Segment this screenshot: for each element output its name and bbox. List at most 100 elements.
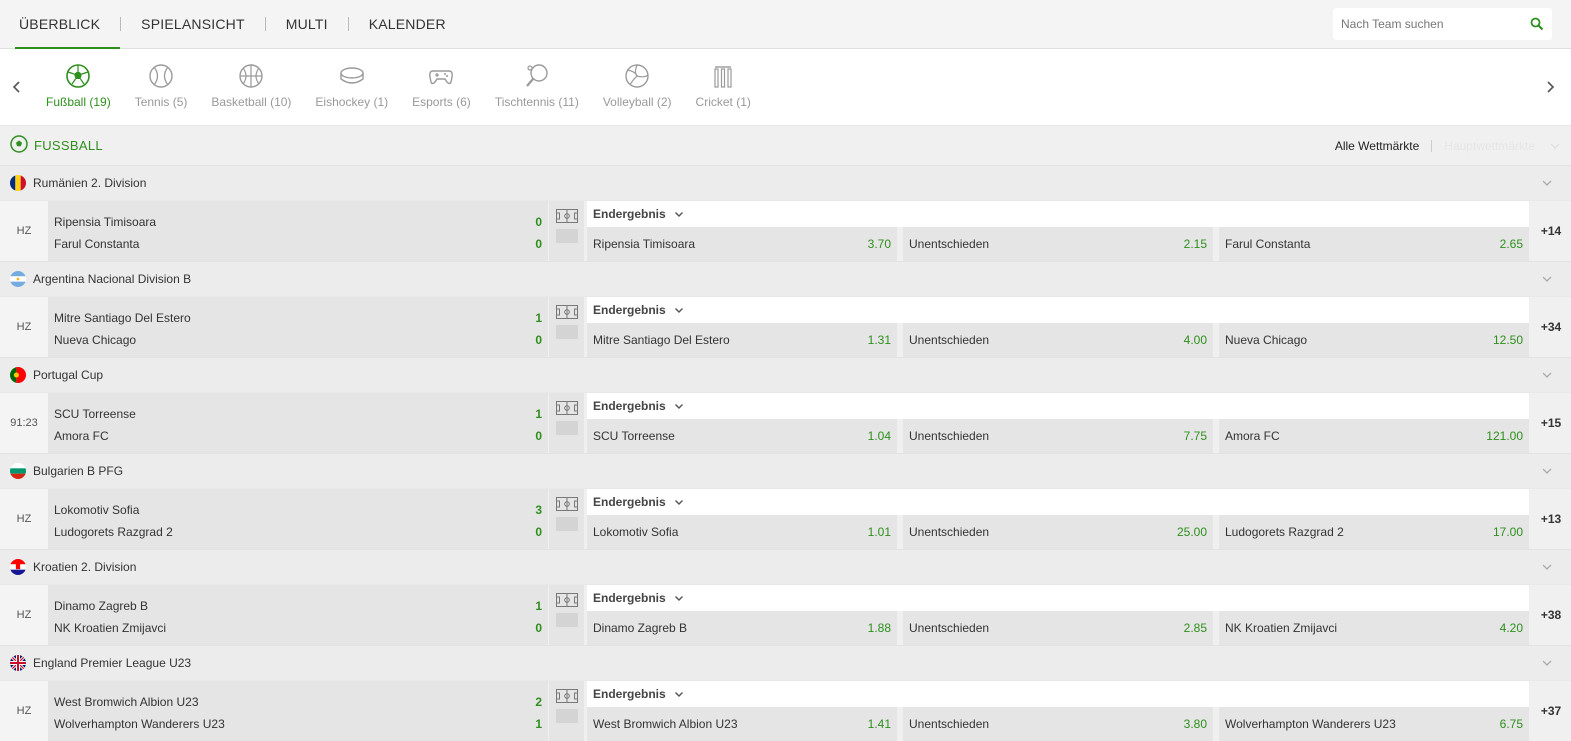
league-header[interactable]: England Premier League U23 [0,645,1571,680]
tab-spielansicht[interactable]: SPIELANSICHT [121,0,265,49]
pitch-icon[interactable] [555,401,578,415]
home-team-row: Ripensia Timisoara 0 [54,211,542,233]
chevron-down-icon[interactable] [1541,368,1553,382]
odds-price: 2.85 [1183,621,1207,635]
search-icon[interactable] [1522,17,1552,31]
sport-tab-gamepad[interactable]: Esports (6) [400,63,483,109]
match-teams[interactable]: Mitre Santiago Del Estero 1 Nueva Chicago… [48,297,548,357]
league-header[interactable]: Argentina Nacional Division B [0,261,1571,296]
odds-button[interactable]: Unentschieden 2.15 [903,227,1213,261]
home-team-name: Dinamo Zagreb B [54,599,149,613]
odds-price: 1.01 [867,525,891,539]
chevron-down-icon[interactable] [1549,139,1561,153]
odds-button[interactable]: Farul Constanta 2.65 [1219,227,1529,261]
league-header[interactable]: Portugal Cup [0,357,1571,392]
odds-price: 121.00 [1486,429,1523,443]
more-markets-link[interactable]: +38 [1531,585,1571,645]
sport-tab-table-tennis[interactable]: Tischtennis (11) [483,63,591,109]
odds-button[interactable]: West Bromwich Albion U23 1.41 [587,707,897,741]
pitch-icon[interactable] [555,305,578,319]
match-teams[interactable]: Ripensia Timisoara 0 Farul Constanta 0 [48,201,548,261]
more-markets-link[interactable]: +34 [1531,297,1571,357]
odds-price: 2.15 [1183,237,1207,251]
more-markets-link[interactable]: +15 [1531,393,1571,453]
main-markets-toggle[interactable]: Hauptwettmärkte [1444,139,1535,153]
market-block: Endergebnis Dinamo Zagreb B 1.88 Unentschi… [587,585,1531,645]
more-markets-link[interactable]: +37 [1531,681,1571,741]
odds-button[interactable]: Ludogorets Razgrad 2 17.00 [1219,515,1529,549]
odds-button[interactable]: Unentschieden 4.00 [903,323,1213,357]
sport-tab-hockey-puck[interactable]: Eishockey (1) [303,63,400,109]
away-team-row: Nueva Chicago 0 [54,329,542,351]
tab-kalender[interactable]: KALENDER [349,0,466,49]
odds-button[interactable]: Lokomotiv Sofia 1.01 [587,515,897,549]
match-teams[interactable]: Dinamo Zagreb B 1 NK Kroatien Zmijavci 0 [48,585,548,645]
odds-button[interactable]: SCU Torreense 1.04 [587,419,897,453]
league-header[interactable]: Rumänien 2. Division [0,165,1571,200]
odds-button[interactable]: Dinamo Zagreb B 1.88 [587,611,897,645]
pitch-icon[interactable] [555,593,578,607]
match-row: HZ Ripensia Timisoara 0 Farul Constanta 0 … [0,200,1571,261]
match-teams[interactable]: Lokomotiv Sofia 3 Ludogorets Razgrad 2 0 [48,489,548,549]
chevron-left-icon[interactable] [0,49,34,125]
tennis-ball-icon [148,63,174,89]
pitch-icon[interactable] [555,689,578,703]
stream-placeholder [555,613,578,627]
home-score: 1 [535,311,542,325]
away-team-name: Amora FC [54,429,109,443]
tab-multi[interactable]: MULTI [266,0,348,49]
home-team-name: SCU Torreense [54,407,136,421]
odds-price: 25.00 [1176,525,1207,539]
odds-button[interactable]: NK Kroatien Zmijavci 4.20 [1219,611,1529,645]
flag-icon [10,559,26,575]
odds-button[interactable]: Wolverhampton Wanderers U23 6.75 [1219,707,1529,741]
odds-button[interactable]: Unentschieden 2.85 [903,611,1213,645]
odds-button[interactable]: Unentschieden 7.75 [903,419,1213,453]
market-selector[interactable]: Endergebnis [587,489,1529,515]
match-row: HZ West Bromwich Albion U23 2 Wolverhampt… [0,680,1571,741]
market-name: Endergebnis [593,207,666,221]
chevron-down-icon [674,591,684,605]
basketball-icon [238,63,264,89]
league-header[interactable]: Bulgarien B PFG [0,453,1571,488]
odds-button[interactable]: Nueva Chicago 12.50 [1219,323,1529,357]
odds-label: NK Kroatien Zmijavci [1225,621,1338,635]
league-header[interactable]: Kroatien 2. Division [0,549,1571,584]
market-selector[interactable]: Endergebnis [587,297,1529,323]
pitch-icon[interactable] [555,209,578,223]
more-markets-link[interactable]: +13 [1531,489,1571,549]
chevron-down-icon[interactable] [1541,464,1553,478]
match-teams[interactable]: SCU Torreense 1 Amora FC 0 [48,393,548,453]
chevron-right-icon[interactable] [1533,49,1567,125]
market-selector[interactable]: Endergebnis [587,393,1529,419]
sport-tab-soccer-ball[interactable]: Fußball (19) [34,63,123,109]
pitch-icon[interactable] [555,497,578,511]
odds-price: 4.20 [1499,621,1523,635]
tab-ueberblick[interactable]: ÜBERBLICK [15,0,121,49]
home-team-row: Lokomotiv Sofia 3 [54,499,542,521]
all-markets-toggle[interactable]: Alle Wettmärkte [1335,139,1419,153]
chevron-down-icon[interactable] [1541,272,1553,286]
match-teams[interactable]: West Bromwich Albion U23 2 Wolverhampton … [48,681,548,741]
flag-icon [10,367,26,383]
more-markets-link[interactable]: +14 [1531,201,1571,261]
chevron-down-icon[interactable] [1541,656,1553,670]
odds-button[interactable]: Ripensia Timisoara 3.70 [587,227,897,261]
home-score: 1 [535,407,542,421]
chevron-down-icon[interactable] [1541,560,1553,574]
market-selector[interactable]: Endergebnis [587,585,1529,611]
market-selector[interactable]: Endergebnis [587,201,1529,227]
match-groups: Rumänien 2. Division HZ Ripensia Timisoa… [0,165,1571,741]
league-name: Bulgarien B PFG [33,464,124,478]
sport-tab-cricket-wicket[interactable]: Cricket (1) [684,63,763,109]
sport-tab-basketball[interactable]: Basketball (10) [199,63,303,109]
market-selector[interactable]: Endergebnis [587,681,1529,707]
odds-button[interactable]: Unentschieden 3.80 [903,707,1213,741]
odds-button[interactable]: Mitre Santiago Del Estero 1.31 [587,323,897,357]
sport-tab-volleyball[interactable]: Volleyball (2) [591,63,684,109]
sport-tab-tennis-ball[interactable]: Tennis (5) [123,63,200,109]
odds-button[interactable]: Unentschieden 25.00 [903,515,1213,549]
team-search-input[interactable] [1341,17,1522,31]
chevron-down-icon[interactable] [1541,176,1553,190]
odds-button[interactable]: Amora FC 121.00 [1219,419,1529,453]
